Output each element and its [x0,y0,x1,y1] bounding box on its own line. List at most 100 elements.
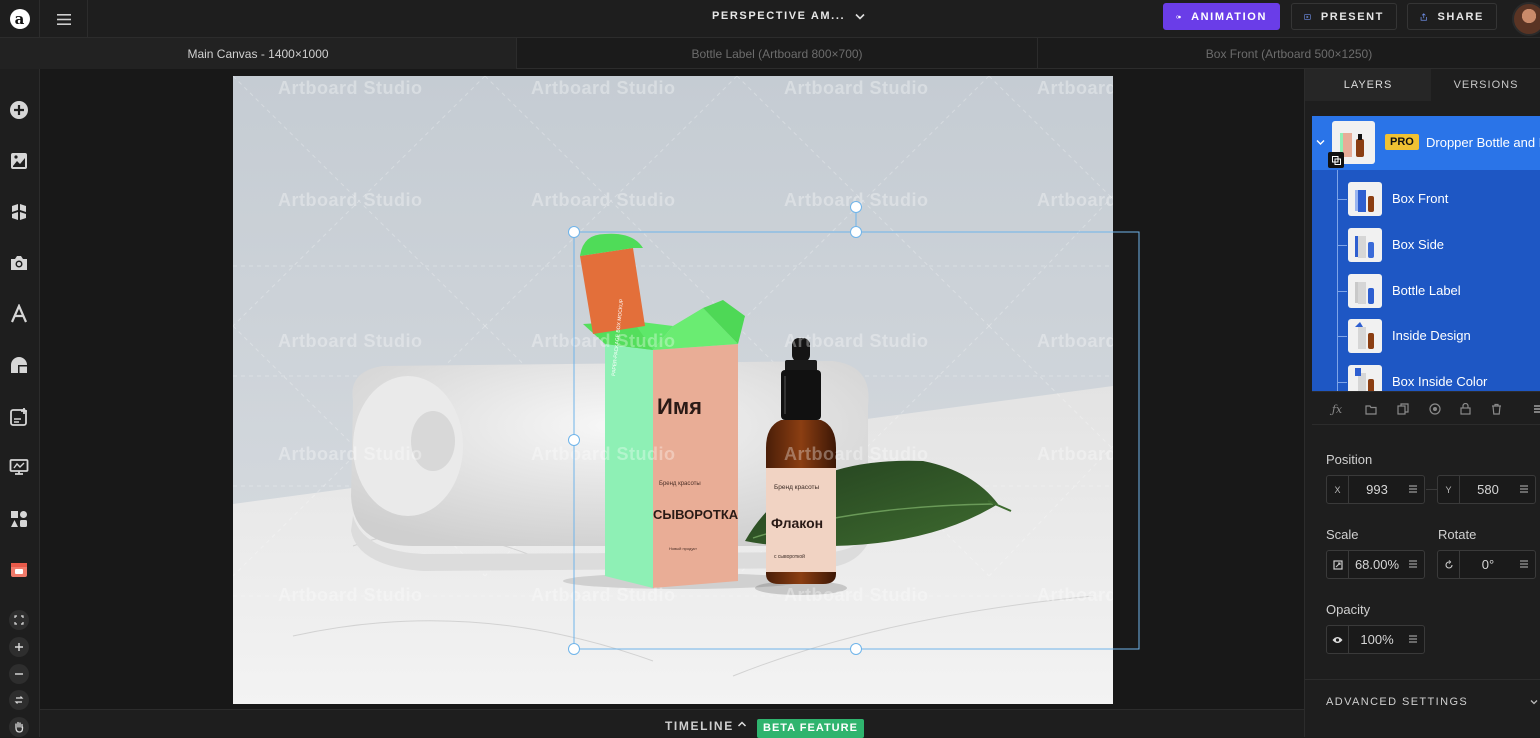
left-toolbar [0,69,40,737]
tab-layers[interactable]: LAYERS [1305,69,1431,101]
tree-branch [1337,245,1347,246]
tab-box-front[interactable]: Box Front (Artboard 500×1250) [1038,38,1540,69]
camera-icon[interactable] [8,252,30,274]
scale-field[interactable]: 68.00% [1326,550,1425,579]
animation-button[interactable]: ANIMATION [1163,3,1280,30]
stamp-icon[interactable] [8,201,30,223]
add-icon[interactable] [8,99,30,121]
hamburger-icon [56,13,71,25]
layer-thumbnail [1348,182,1382,216]
elements-icon[interactable] [8,508,30,530]
layer-row-inside-design[interactable]: Inside Design [1312,313,1540,359]
tab-main-canvas[interactable]: Main Canvas - 1400×1000 [0,38,517,69]
opacity-label: Opacity [1326,602,1371,617]
scale-label: Scale [1326,527,1359,542]
divider [1305,679,1540,680]
layers-list: PRO Dropper Bottle and Box Box Front Box… [1312,116,1540,391]
position-x-field[interactable]: X 993 [1326,475,1425,504]
zoom-out-icon[interactable] [9,664,29,684]
rotate-value[interactable]: 0° [1460,551,1516,578]
opacity-value[interactable]: 100% [1349,626,1405,653]
canvas-area[interactable]: Имя Бренд красоты СЫВОРОТКА Новый продук… [40,69,1304,709]
trash-icon[interactable] [1489,402,1503,416]
duplicate-icon[interactable] [1396,402,1410,416]
present-button[interactable]: PRESENT [1291,3,1397,30]
timeline-bar[interactable]: TIMELINE BETA FEATURE [40,709,1304,738]
play-icon [1304,13,1311,20]
layer-group-row[interactable]: PRO Dropper Bottle and Box [1312,116,1540,170]
share-button[interactable]: SHARE [1407,3,1497,30]
menu-button[interactable] [40,0,88,38]
tab-versions[interactable]: VERSIONS [1431,69,1540,101]
screen-icon[interactable] [8,456,30,478]
chevron-up-icon[interactable] [737,719,747,729]
user-avatar[interactable] [1512,2,1540,36]
layer-group-name: Dropper Bottle and Box [1426,135,1540,150]
mockup-icon[interactable] [8,559,30,581]
more-icon[interactable] [1531,402,1540,416]
lock-icon[interactable] [1458,402,1472,416]
tab-bottle-label[interactable]: Bottle Label (Artboard 800×700) [517,38,1038,69]
document-title-dropdown[interactable]: PERSPECTIVE AM... [712,10,865,22]
resize-handle[interactable] [568,643,580,655]
layer-name: Box Inside Color [1392,374,1488,389]
share-label: SHARE [1437,10,1484,23]
hand-icon[interactable] [9,717,29,737]
position-label: Position [1326,452,1373,467]
animation-icon [1176,14,1181,19]
fit-width-icon[interactable] [9,690,29,710]
tree-branch [1337,199,1347,200]
resize-handle[interactable] [850,643,862,655]
link-line [1426,489,1437,490]
position-x-value[interactable]: 993 [1349,476,1405,503]
chevron-down-icon[interactable] [1530,699,1538,705]
advanced-settings-toggle[interactable]: ADVANCED SETTINGS [1326,696,1468,708]
image-edit-icon[interactable] [8,150,30,172]
resize-handle[interactable] [568,434,580,446]
chevron-down-icon[interactable] [1316,139,1325,146]
layer-name: Box Side [1392,237,1445,252]
timeline-label[interactable]: TIMELINE [665,719,734,733]
layer-row-box-inside-color[interactable]: Box Inside Color [1312,359,1540,391]
layer-thumbnail [1348,228,1382,262]
layer-name: Inside Design [1392,328,1471,343]
layer-thumbnail [1348,274,1382,308]
layer-row-box-side[interactable]: Box Side [1312,222,1540,268]
slider-icon[interactable] [1408,484,1418,494]
folder-icon[interactable] [1364,402,1378,416]
slider-icon[interactable] [1408,634,1418,644]
position-y-value[interactable]: 580 [1460,476,1516,503]
fx-icon[interactable]: ƒx [1330,402,1344,416]
eye-icon [1327,626,1349,653]
animation-label: ANIMATION [1191,10,1267,23]
text-icon[interactable] [8,303,30,325]
slider-icon[interactable] [1408,559,1418,569]
visibility-icon[interactable] [1428,402,1442,416]
layer-row-bottle-label[interactable]: Bottle Label [1312,268,1540,314]
rotate-label: Rotate [1438,527,1477,542]
resize-handle[interactable] [850,226,862,238]
rotate-field[interactable]: 0° [1437,550,1536,579]
fit-screen-icon[interactable] [9,610,29,630]
add-page-icon[interactable] [8,406,30,428]
selection-overlay [568,201,1140,655]
artboard-tabs: Main Canvas - 1400×1000 Bottle Label (Ar… [0,38,1540,69]
layer-tools: ƒx [1312,391,1540,425]
present-label: PRESENT [1320,10,1384,23]
layer-row-box-front[interactable]: Box Front [1312,176,1540,222]
scale-value[interactable]: 68.00% [1349,551,1405,578]
y-prefix: Y [1438,476,1460,503]
layer-name: Box Front [1392,191,1449,206]
slider-icon[interactable] [1519,484,1529,494]
resize-handle[interactable] [568,226,580,238]
slider-icon[interactable] [1519,559,1529,569]
opacity-field[interactable]: 100% [1326,625,1425,654]
shape-icon[interactable] [8,354,30,376]
app-logo[interactable]: a [0,0,40,38]
position-y-field[interactable]: Y 580 [1437,475,1536,504]
tree-branch [1337,291,1347,292]
zoom-in-icon[interactable] [9,637,29,657]
layer-thumbnail [1348,319,1382,353]
rotate-handle[interactable] [850,201,862,213]
top-bar: a PERSPECTIVE AM... ANIMATION PRESENT SH… [0,0,1540,38]
